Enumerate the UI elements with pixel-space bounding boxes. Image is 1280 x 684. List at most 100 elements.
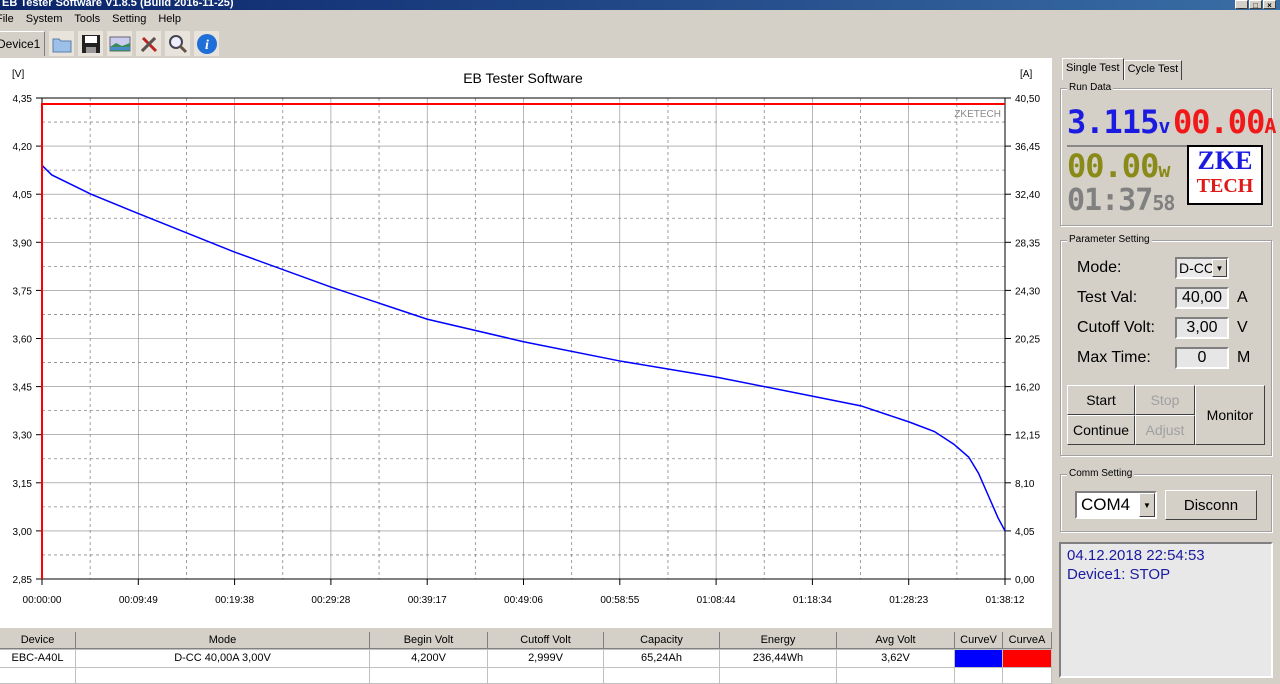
table-cell: 4,200V bbox=[370, 650, 488, 667]
y-left-tick-label: 3,30 bbox=[13, 431, 33, 442]
y-left-tick-label: 3,00 bbox=[13, 527, 33, 538]
comm-setting-legend: Comm Setting bbox=[1067, 468, 1135, 479]
mode-value: D-CC bbox=[1179, 260, 1214, 276]
x-tick-label: 00:19:38 bbox=[215, 595, 254, 606]
right-panel: Single Test Cycle Test Run Data 3.115v 0… bbox=[1056, 58, 1280, 684]
power-display: 00.00w bbox=[1067, 147, 1170, 185]
time-value: 01:37 bbox=[1067, 183, 1153, 218]
column-header-mode[interactable]: Mode bbox=[76, 632, 370, 649]
maximize-button[interactable]: □ bbox=[1249, 0, 1262, 10]
menu-help[interactable]: Help bbox=[152, 11, 187, 28]
title-bar: EB Tester Software V1.8.5 (Build 2016-11… bbox=[0, 0, 1280, 10]
watermark: ZKETECH bbox=[954, 109, 1001, 120]
continue-button[interactable]: Continue bbox=[1067, 415, 1135, 445]
column-header-device[interactable]: Device bbox=[0, 632, 76, 649]
y-left-tick-label: 3,90 bbox=[13, 238, 33, 249]
monitor-button[interactable]: Monitor bbox=[1195, 385, 1265, 445]
tab-single-test[interactable]: Single Test bbox=[1062, 58, 1124, 80]
comm-setting-group: Comm Setting COM4 ▼ Disconn bbox=[1060, 468, 1272, 532]
mode-label: Mode: bbox=[1077, 259, 1122, 276]
test-val-label: Test Val: bbox=[1077, 289, 1138, 306]
current-display: 00.00A bbox=[1173, 103, 1276, 141]
chart-area: 4,35 4,20 4,05 3,90 3,75 3,60 3,45 3,30 3,15 3,00… bbox=[0, 58, 1052, 628]
adjust-button[interactable]: Adjust bbox=[1135, 415, 1195, 445]
table-cell-empty bbox=[720, 668, 837, 683]
table-cell: 65,24Ah bbox=[604, 650, 720, 667]
device-tab[interactable]: Device1 bbox=[0, 31, 46, 56]
table-cell: 236,44Wh bbox=[720, 650, 837, 667]
column-header-curvev[interactable]: CurveV bbox=[955, 632, 1003, 649]
folder-icon[interactable] bbox=[49, 31, 75, 56]
info-icon[interactable]: i bbox=[194, 31, 220, 56]
image-icon[interactable] bbox=[107, 31, 133, 56]
chevron-down-icon[interactable]: ▼ bbox=[1139, 493, 1155, 517]
y-left-tick-label: 3,75 bbox=[13, 286, 33, 297]
table-cell-empty bbox=[1003, 668, 1052, 683]
chevron-down-icon[interactable]: ▼ bbox=[1212, 259, 1227, 277]
y-right-tick-label: 28,35 bbox=[1015, 238, 1040, 249]
disconnect-button[interactable]: Disconn bbox=[1165, 490, 1257, 520]
y-right-tick-label: 4,05 bbox=[1015, 527, 1035, 538]
table-cell: 3,62V bbox=[837, 650, 955, 667]
table-cell-empty bbox=[370, 668, 488, 683]
y-left-tick-label: 3,15 bbox=[13, 479, 33, 490]
menu-tools[interactable]: Tools bbox=[68, 11, 106, 28]
max-time-label: Max Time: bbox=[1077, 349, 1151, 366]
curve-v-swatch bbox=[955, 650, 1003, 667]
max-time-input[interactable]: 0 bbox=[1175, 347, 1229, 369]
mode-select[interactable]: D-CC ▼ bbox=[1175, 257, 1229, 279]
cutoff-volt-unit: V bbox=[1237, 319, 1248, 336]
table-header: Device Mode Begin Volt Cutoff Volt Capacity E… bbox=[0, 632, 1052, 650]
x-tick-label: 01:08:44 bbox=[697, 595, 736, 606]
column-header-avg-volt[interactable]: Avg Volt bbox=[837, 632, 955, 649]
voltage-value: 3.115 bbox=[1067, 103, 1159, 141]
y-left-tick-label: 3,45 bbox=[13, 383, 33, 394]
column-header-begin-volt[interactable]: Begin Volt bbox=[370, 632, 488, 649]
voltage-current-chart: 4,35 4,20 4,05 3,90 3,75 3,60 3,45 3,30 3,15 3,00… bbox=[12, 69, 1040, 606]
y-left-tick-label: 4,05 bbox=[13, 190, 33, 201]
time-display: 01:3758 bbox=[1067, 183, 1175, 218]
zketech-logo: ZKE TECH bbox=[1187, 145, 1263, 205]
x-tick-label: 00:29:28 bbox=[311, 595, 350, 606]
close-button[interactable]: × bbox=[1263, 0, 1276, 10]
y-right-tick-label: 40,50 bbox=[1015, 94, 1040, 105]
save-icon[interactable] bbox=[78, 31, 104, 56]
minimize-button[interactable]: _ bbox=[1235, 0, 1248, 10]
menu-setting[interactable]: Setting bbox=[106, 11, 152, 28]
table-cell-empty bbox=[955, 668, 1003, 683]
x-tick-label: 00:49:06 bbox=[504, 595, 543, 606]
table-cell: 2,999V bbox=[488, 650, 604, 667]
table-cell-empty bbox=[488, 668, 604, 683]
curve-a-swatch bbox=[1003, 650, 1052, 667]
column-header-cutoff-volt[interactable]: Cutoff Volt bbox=[488, 632, 604, 649]
status-device-state: Device1: STOP bbox=[1067, 566, 1171, 583]
results-table: Device Mode Begin Volt Cutoff Volt Capacity E… bbox=[0, 632, 1052, 684]
tools-icon[interactable] bbox=[136, 31, 162, 56]
table-cell-empty bbox=[604, 668, 720, 683]
x-tick-label: 00:09:49 bbox=[119, 595, 158, 606]
com-port-value: COM4 bbox=[1081, 495, 1131, 514]
menu-file[interactable]: File bbox=[0, 11, 20, 28]
y-right-unit: [A] bbox=[1020, 69, 1032, 80]
start-button[interactable]: Start bbox=[1067, 385, 1135, 415]
x-tick-label: 01:28:23 bbox=[889, 595, 928, 606]
menu-system[interactable]: System bbox=[20, 11, 69, 28]
table-row[interactable]: EBC-A40L D-CC 40,00A 3,00V 4,200V 2,999V 65,… bbox=[0, 650, 1052, 668]
table-cell-empty bbox=[0, 668, 76, 683]
run-data-group: Run Data 3.115v 00.00A 00.00w 01:3758 ZK… bbox=[1060, 82, 1276, 226]
column-header-curvea[interactable]: CurveA bbox=[1003, 632, 1052, 649]
y-right-tick-label: 12,15 bbox=[1015, 431, 1040, 442]
column-header-energy[interactable]: Energy bbox=[720, 632, 837, 649]
power-value: 00.00 bbox=[1067, 147, 1159, 185]
column-header-capacity[interactable]: Capacity bbox=[604, 632, 720, 649]
current-value: 00.00 bbox=[1173, 103, 1265, 141]
magnifier-icon[interactable] bbox=[165, 31, 191, 56]
toolbar: Device1 i bbox=[0, 30, 220, 57]
stop-button[interactable]: Stop bbox=[1135, 385, 1195, 415]
tab-cycle-test[interactable]: Cycle Test bbox=[1123, 60, 1183, 80]
y-left-tick-label: 4,35 bbox=[13, 94, 33, 105]
com-port-select[interactable]: COM4 ▼ bbox=[1075, 491, 1157, 519]
cutoff-volt-input[interactable]: 3,00 bbox=[1175, 317, 1229, 339]
test-val-input[interactable]: 40,00 bbox=[1175, 287, 1229, 309]
y-right-tick-label: 20,25 bbox=[1015, 335, 1040, 346]
